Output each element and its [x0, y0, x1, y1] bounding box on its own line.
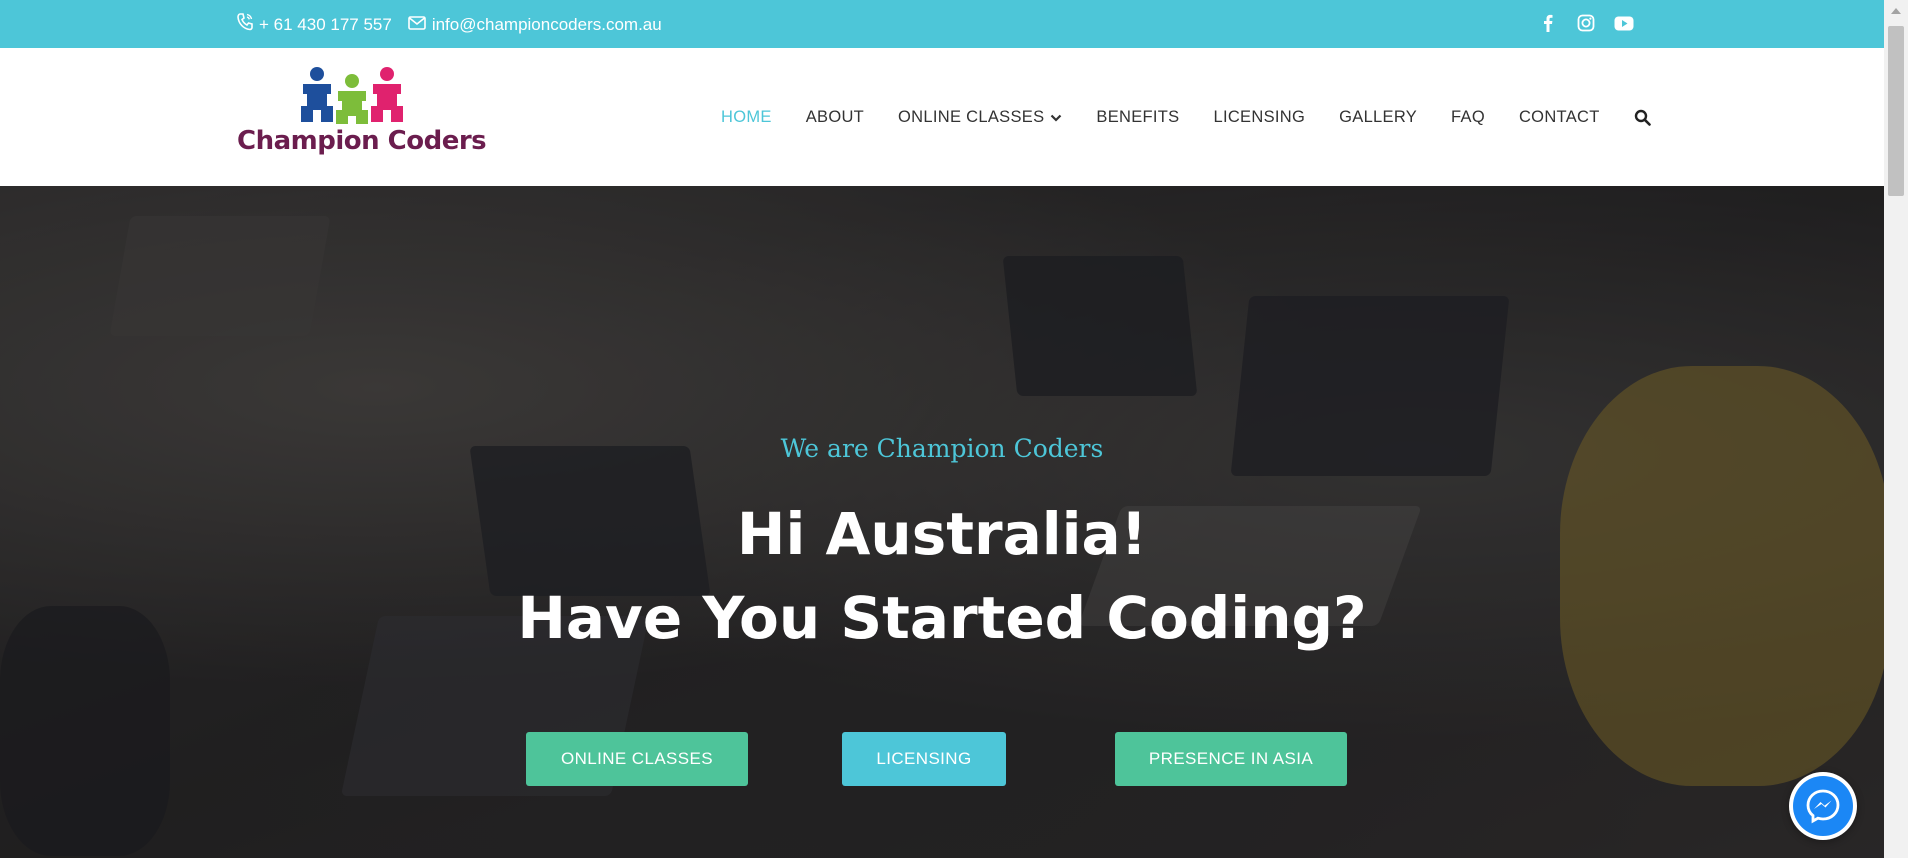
top-bar: + 61 430 177 557 info@championcoders.com… [0, 0, 1884, 48]
nav-gallery[interactable]: GALLERY [1339, 108, 1417, 127]
main-nav: HOME ABOUT ONLINE CLASSES BENEFITS LICEN… [721, 108, 1685, 127]
scroll-up-arrow-icon[interactable] [1891, 8, 1901, 14]
instagram-icon[interactable] [1576, 13, 1596, 33]
page-scrollbar[interactable] [1884, 0, 1908, 858]
nav-home-label: HOME [721, 108, 772, 126]
nav-faq-label: FAQ [1451, 108, 1485, 126]
nav-benefits[interactable]: BENEFITS [1096, 108, 1179, 127]
nav-online-classes[interactable]: ONLINE CLASSES [898, 108, 1062, 127]
messenger-chat-button[interactable] [1789, 772, 1857, 840]
nav-licensing[interactable]: LICENSING [1213, 108, 1305, 127]
nav-faq[interactable]: FAQ [1451, 108, 1485, 127]
nav-online-classes-label: ONLINE CLASSES [898, 108, 1045, 126]
nav-about-label: ABOUT [805, 108, 865, 126]
facebook-icon[interactable] [1538, 13, 1558, 33]
search-icon[interactable] [1634, 109, 1651, 126]
headline-line-2: Have You Started Coding? [517, 584, 1367, 652]
hero-tagline: We are Champion Coders [780, 434, 1104, 463]
nav-benefits-label: BENEFITS [1096, 108, 1180, 126]
scrollbar-thumb[interactable] [1888, 26, 1904, 196]
email-address: info@championcoders.com.au [431, 14, 662, 34]
social-links [1538, 13, 1652, 33]
hero-section: We are Champion Coders Hi Australia! Hav… [0, 186, 1884, 858]
hero-content: We are Champion Coders Hi Australia! Hav… [0, 186, 1884, 858]
online-classes-button[interactable]: ONLINE CLASSES [526, 732, 748, 786]
chevron-down-icon [1050, 108, 1062, 127]
logo[interactable]: Champion Coders [237, 66, 487, 166]
logo-puzzle-figures [301, 67, 403, 124]
site-header: Champion Coders HOME ABOUT ONLINE CLASSE… [0, 48, 1884, 186]
logo-text: Champion Coders [237, 126, 487, 156]
hero-headline: Hi Australia! Have You Started Coding? [0, 492, 1884, 660]
youtube-icon[interactable] [1614, 13, 1634, 33]
messenger-icon [1793, 776, 1853, 836]
headline-line-1: Hi Australia! [736, 500, 1148, 568]
nav-licensing-label: LICENSING [1213, 108, 1306, 126]
phone-link[interactable]: + 61 430 177 557 [237, 13, 392, 36]
contact-info: + 61 430 177 557 info@championcoders.com… [237, 13, 678, 36]
page: + 61 430 177 557 info@championcoders.com… [0, 0, 1884, 858]
phone-icon [237, 13, 259, 36]
presence-in-asia-button[interactable]: PRESENCE IN ASIA [1115, 732, 1347, 786]
nav-contact[interactable]: CONTACT [1519, 108, 1600, 127]
phone-number: + 61 430 177 557 [259, 14, 392, 34]
nav-home[interactable]: HOME [721, 108, 772, 127]
email-link[interactable]: info@championcoders.com.au [408, 15, 662, 35]
nav-about[interactable]: ABOUT [806, 108, 864, 127]
licensing-button[interactable]: LICENSING [842, 732, 1006, 786]
envelope-icon [408, 15, 432, 35]
nav-contact-label: CONTACT [1518, 108, 1600, 126]
nav-gallery-label: GALLERY [1339, 108, 1418, 126]
